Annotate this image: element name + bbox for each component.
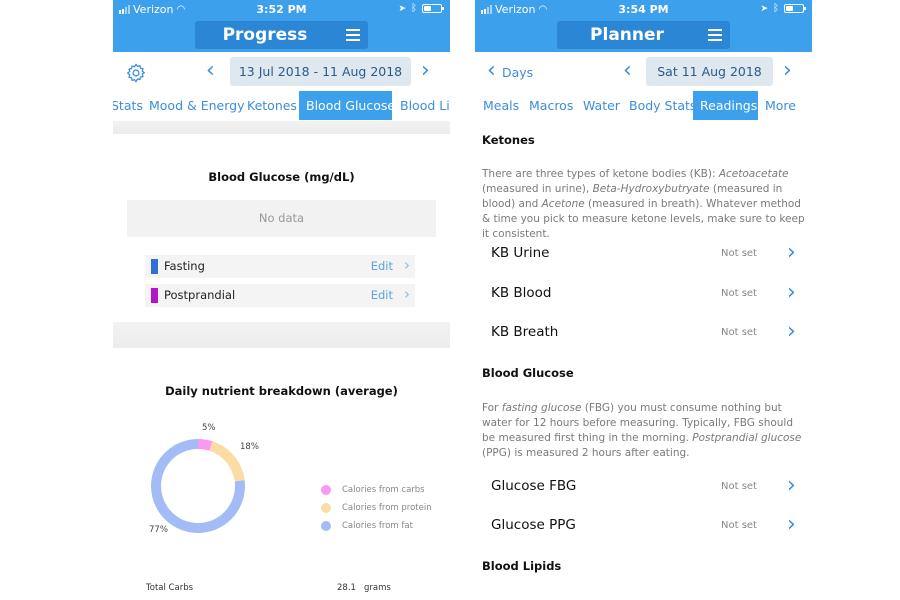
date-bar: ‹ Days ‹ Sat 11 Aug 2018 ›: [475, 56, 812, 88]
tab-ketones[interactable]: Ketones: [247, 91, 297, 120]
location-icon: ➤: [398, 3, 406, 14]
title-pill[interactable]: Progress: [195, 21, 368, 49]
date-range[interactable]: 13 Jul 2018 - 11 Aug 2018: [230, 57, 411, 86]
row-value: Not set: [721, 248, 757, 259]
fasting-row[interactable]: Fasting Edit ›: [145, 255, 415, 278]
pie-label-fat: 77%: [149, 525, 168, 535]
next-day-button[interactable]: ›: [783, 60, 792, 82]
fasting-swatch: [151, 259, 158, 274]
bluetooth-icon: ᛒ: [411, 3, 417, 14]
row-value: Not set: [721, 520, 757, 531]
tab-blood-lipids[interactable]: Blood Lip: [400, 91, 450, 120]
page-title: Progress: [222, 25, 308, 45]
nutrient-chart-title: Daily nutrient breakdown (average): [165, 384, 398, 398]
glucose-chart-title: Blood Glucose (mg/dL): [208, 170, 355, 184]
chevron-right-icon: ›: [787, 512, 796, 537]
title-pill[interactable]: Planner: [557, 21, 730, 49]
total-carbs-value: 28.1: [337, 583, 356, 593]
tab-stats[interactable]: Stats: [113, 91, 143, 120]
back-days-button[interactable]: Days: [502, 65, 533, 80]
hamburger-icon[interactable]: [708, 29, 722, 41]
back-chevron-icon[interactable]: ‹: [487, 60, 496, 82]
tab-more[interactable]: More: [765, 91, 796, 120]
postprandial-edit-link[interactable]: Edit: [371, 288, 393, 302]
row-value: Not set: [721, 481, 757, 492]
battery-icon: [422, 4, 444, 13]
row-label: Glucose FBG: [491, 478, 577, 494]
ketones-heading: Ketones: [482, 133, 535, 147]
status-bar: Verizon ◠ 3:52 PM ➤ ᛒ: [113, 2, 450, 18]
gear-icon[interactable]: [125, 62, 147, 84]
planner-screen: Verizon ◠ 3:54 PM ➤ ᛒ Planner ‹ Days ‹ S…: [475, 0, 812, 600]
fasting-edit-link[interactable]: Edit: [371, 259, 393, 273]
tab-meals[interactable]: Meals: [483, 91, 519, 120]
section-divider: [113, 121, 450, 134]
glucose-ppg-row[interactable]: Glucose PPG Not set ›: [475, 511, 812, 541]
ketones-description: There are three types of ketone bodies (…: [482, 168, 805, 240]
status-bar: Verizon ◠ 3:54 PM ➤ ᛒ: [475, 2, 812, 18]
pie-label-protein: 18%: [240, 442, 259, 452]
status-icons: ➤ ᛒ: [760, 3, 806, 14]
postprandial-swatch: [151, 288, 158, 303]
kb-breath-row[interactable]: KB Breath Not set ›: [475, 318, 812, 348]
pie-label-carbs: 5%: [202, 423, 216, 433]
tab-macros[interactable]: Macros: [529, 91, 573, 120]
postprandial-label: Postprandial: [164, 288, 236, 302]
page-title: Planner: [590, 25, 664, 45]
chevron-right-icon: ›: [787, 319, 796, 344]
legend-dot-fat: [321, 521, 331, 531]
legend-dot-protein: [321, 503, 331, 513]
bluetooth-icon: ᛒ: [773, 3, 779, 14]
row-label: KB Urine: [491, 245, 550, 261]
chevron-right-icon: ›: [787, 473, 796, 498]
location-icon: ➤: [760, 3, 768, 14]
next-range-button[interactable]: ›: [421, 60, 430, 82]
legend-text-fat: Calories from fat: [342, 521, 413, 531]
chevron-right-icon: ›: [404, 285, 410, 303]
kb-blood-row[interactable]: KB Blood Not set ›: [475, 279, 812, 309]
row-label: KB Breath: [491, 324, 559, 340]
current-date[interactable]: Sat 11 Aug 2018: [646, 57, 773, 86]
tab-blood-glucose[interactable]: Blood Glucose: [299, 91, 395, 120]
legend-text-protein: Calories from protein: [342, 503, 432, 513]
glucose-description: For fasting glucose (FBG) you must consu…: [482, 402, 802, 459]
tab-water[interactable]: Water: [583, 91, 620, 120]
planner-tabs: Meals Macros Water Body Stats Readings M…: [475, 91, 812, 120]
row-label: KB Blood: [491, 285, 552, 301]
status-icons: ➤ ᛒ: [398, 3, 444, 14]
total-carbs-unit: grams: [364, 583, 391, 593]
battery-icon: [784, 4, 806, 13]
tab-mood-energy[interactable]: Mood & Energy: [149, 91, 244, 120]
progress-tabs: Stats Mood & Energy Ketones Blood Glucos…: [113, 91, 450, 120]
glucose-chart-empty: No data: [127, 200, 436, 237]
nav-bar: Verizon ◠ 3:52 PM ➤ ᛒ Progress: [113, 0, 450, 52]
chevron-right-icon: ›: [787, 240, 796, 265]
kb-urine-row[interactable]: KB Urine Not set ›: [475, 239, 812, 269]
legend-dot-carbs: [321, 485, 331, 495]
chevron-right-icon: ›: [787, 280, 796, 305]
glucose-fbg-row[interactable]: Glucose FBG Not set ›: [475, 472, 812, 502]
total-carbs-label: Total Carbs: [146, 583, 194, 593]
tab-body-stats[interactable]: Body Stats: [629, 91, 696, 120]
hamburger-icon[interactable]: [346, 29, 360, 41]
row-value: Not set: [721, 288, 757, 299]
prev-range-button[interactable]: ‹: [206, 60, 215, 82]
fasting-label: Fasting: [164, 259, 205, 273]
tab-readings[interactable]: Readings: [693, 91, 758, 120]
prev-day-button[interactable]: ‹: [623, 60, 632, 82]
chevron-right-icon: ›: [404, 256, 410, 274]
row-value: Not set: [721, 327, 757, 338]
progress-screen: Verizon ◠ 3:52 PM ➤ ᛒ Progress ‹ 13 Jul …: [113, 0, 450, 600]
section-divider: [113, 322, 450, 348]
row-label: Glucose PPG: [491, 517, 576, 533]
lipids-heading: Blood Lipids: [482, 559, 562, 573]
date-range-bar: ‹ 13 Jul 2018 - 11 Aug 2018 ›: [113, 56, 450, 88]
nav-bar: Verizon ◠ 3:54 PM ➤ ᛒ Planner: [475, 0, 812, 52]
postprandial-row[interactable]: Postprandial Edit ›: [145, 284, 415, 307]
legend-text-carbs: Calories from carbs: [342, 485, 425, 495]
glucose-heading: Blood Glucose: [482, 366, 574, 380]
